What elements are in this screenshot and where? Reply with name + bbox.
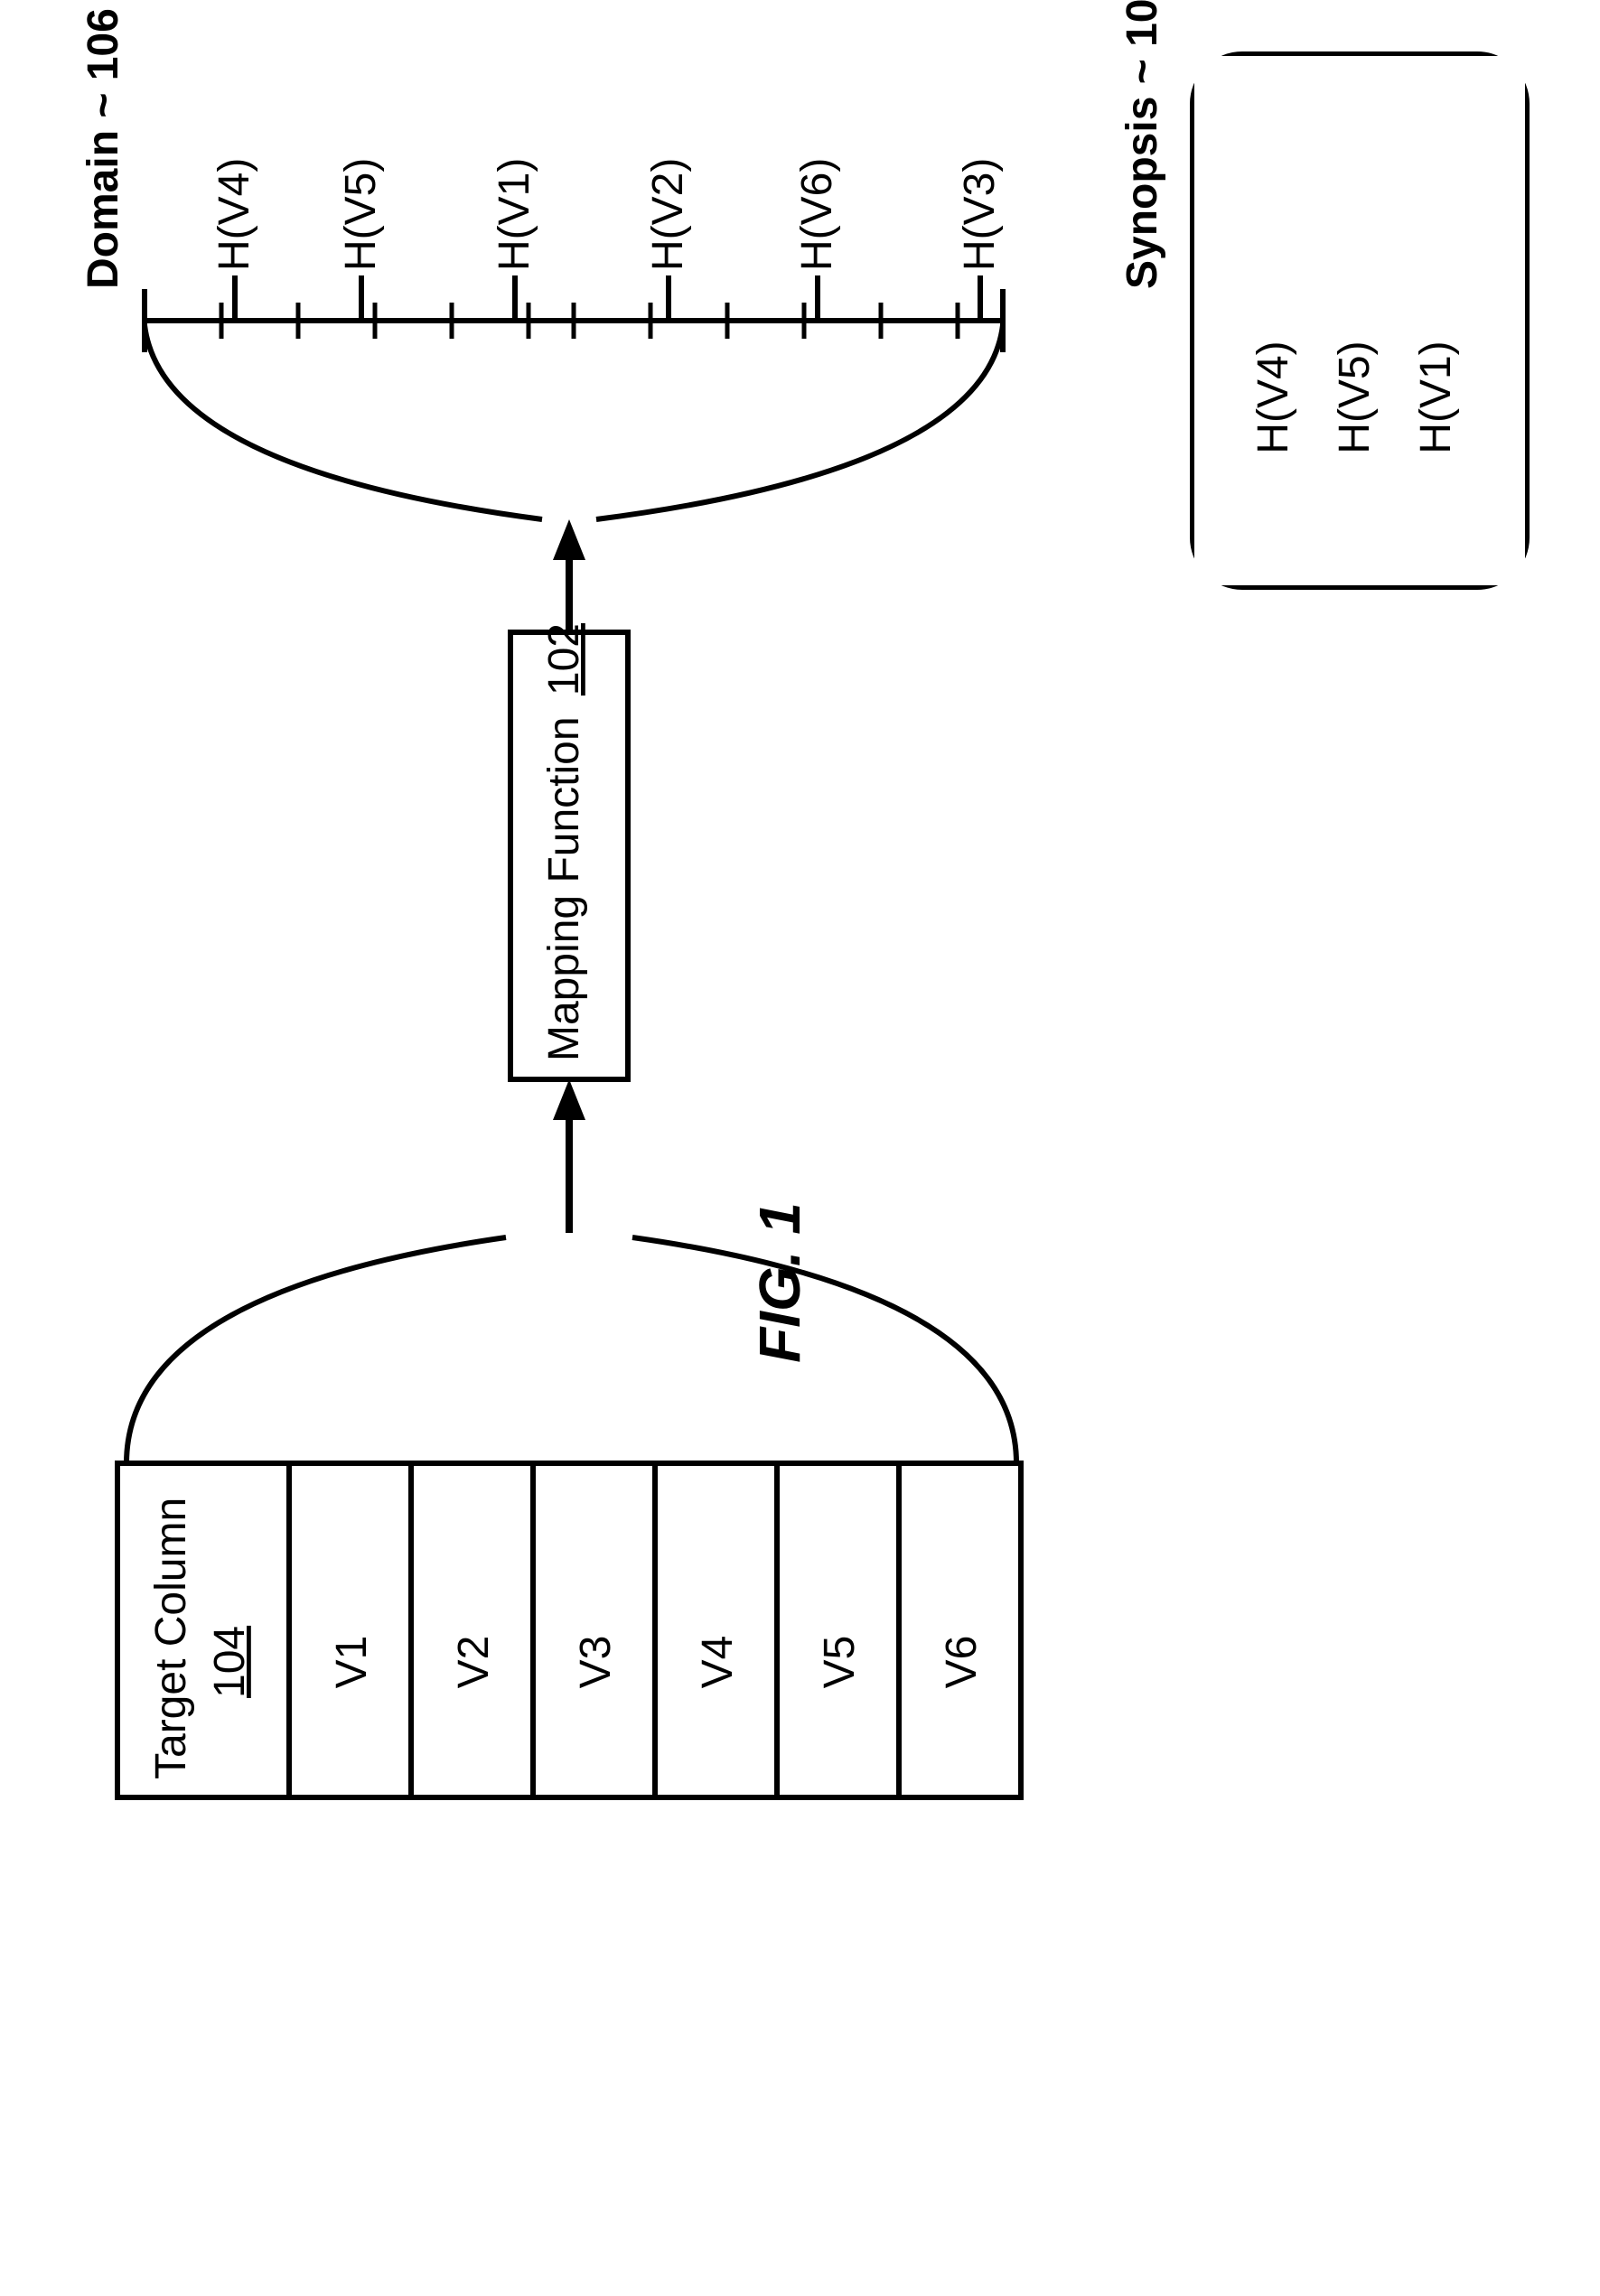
- synopsis-value: H(V4): [1249, 341, 1297, 453]
- target-column-value: V2: [450, 1636, 498, 1689]
- target-column-value: V6: [938, 1636, 986, 1689]
- figure-caption: FIG. 1: [747, 1202, 812, 1363]
- target-column-ref: 104: [206, 1626, 254, 1698]
- synopsis-value: H(V5): [1331, 341, 1379, 453]
- domain-tick-label: H(V2): [644, 158, 692, 271]
- target-column-value: V5: [816, 1636, 864, 1689]
- target-column-value: V4: [694, 1636, 742, 1689]
- domain-tick-label: H(V3): [956, 158, 1004, 271]
- svg-text:Mapping Function 102: Mapping Function 102: [540, 623, 588, 1061]
- domain-tick-label: H(V6): [793, 158, 841, 271]
- domain-tick-label: H(V1): [491, 158, 538, 271]
- domain-tick-label: H(V5): [337, 158, 385, 271]
- target-column-value: V3: [572, 1636, 620, 1689]
- target-column-header: Target Column: [147, 1498, 195, 1779]
- domain-label: Domain ~ 106: [80, 8, 127, 289]
- target-column-value: V1: [328, 1636, 376, 1689]
- synopsis-label: Synopsis ~ 108: [1118, 0, 1166, 289]
- synopsis-value: H(V1): [1412, 341, 1460, 453]
- mapping-function-label: Mapping Function: [540, 716, 588, 1061]
- mapping-function-ref: 102: [540, 623, 588, 695]
- domain-tick-label: H(V4): [211, 158, 258, 271]
- synopsis-values: H(V4) H(V5) H(V1): [1249, 341, 1460, 453]
